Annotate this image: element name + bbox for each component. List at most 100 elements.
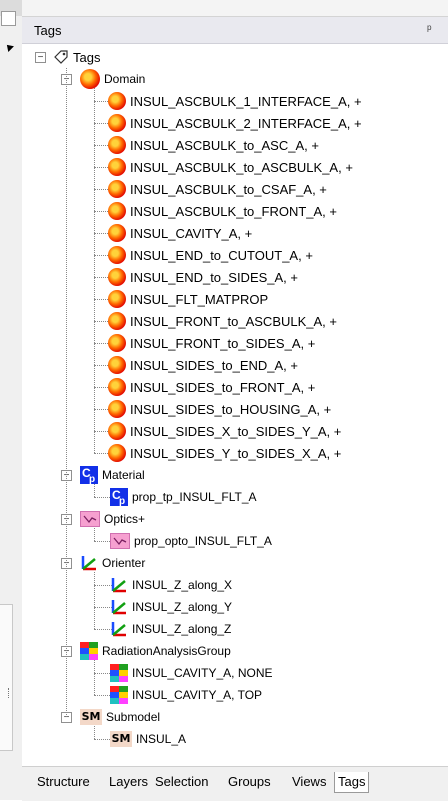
radiation-guide-line <box>94 660 95 695</box>
domain-ball-icon <box>108 268 126 286</box>
pin-icon[interactable]: ᵖ <box>427 22 432 36</box>
tags-panel: Tags ᵖ − Tags − Domain INSUL_ASCBULK_1_INTER… <box>22 0 448 801</box>
radiation-group-icon <box>110 664 128 682</box>
domain-item[interactable]: INSUL_FRONT_to_SIDES_A, + <box>108 332 315 354</box>
submodel-item-label: INSUL_A <box>136 732 187 746</box>
tab-tags[interactable]: Tags <box>334 772 370 793</box>
tab-structure[interactable]: Structure <box>34 772 93 792</box>
domain-item-label: INSUL_FRONT_to_ASCBULK_A, + <box>130 313 337 329</box>
group-submodel[interactable]: SM Submodel <box>80 706 160 728</box>
tree-root-tags[interactable]: Tags <box>53 46 100 68</box>
domain-item[interactable]: INSUL_ASCBULK_to_FRONT_A, + <box>108 200 337 222</box>
tab-selection[interactable]: Selection <box>152 772 211 792</box>
cursor-arrow-icon <box>4 42 14 52</box>
left-dock-strip <box>0 0 23 800</box>
root-guide-line <box>66 68 67 717</box>
orienter-item[interactable]: INSUL_Z_along_Y <box>110 596 232 618</box>
group-domain[interactable]: Domain <box>80 68 145 90</box>
tab-groups[interactable]: Groups <box>225 772 274 792</box>
domain-item-label: INSUL_SIDES_Y_to_SIDES_X_A, + <box>130 445 342 461</box>
tab-layers[interactable]: Layers <box>106 772 151 792</box>
tab-views[interactable]: Views <box>289 772 329 792</box>
domain-item[interactable]: INSUL_CAVITY_A, + <box>108 222 252 244</box>
tree-root-expander[interactable]: − <box>35 52 46 63</box>
domain-item[interactable]: INSUL_ASCBULK_1_INTERFACE_A, + <box>108 90 362 112</box>
submodel-item[interactable]: SM INSUL_A <box>110 728 186 750</box>
optics-item[interactable]: prop_opto_INSUL_FLT_A <box>110 530 272 552</box>
domain-item-label: INSUL_ASCBULK_to_FRONT_A, + <box>130 203 337 219</box>
domain-ball-icon <box>108 378 126 396</box>
domain-ball-icon <box>108 290 126 308</box>
domain-item[interactable]: INSUL_SIDES_X_to_SIDES_Y_A, + <box>108 420 341 442</box>
orienter-axes-icon <box>110 598 128 616</box>
orienter-axes-icon <box>80 554 98 572</box>
dock-checkbox-icon[interactable] <box>1 11 16 26</box>
material-item[interactable]: Cp prop_tp_INSUL_FLT_A <box>110 486 257 508</box>
radiation-item[interactable]: INSUL_CAVITY_A, TOP <box>110 684 262 706</box>
domain-item[interactable]: INSUL_FRONT_to_ASCBULK_A, + <box>108 310 337 332</box>
panel-top-edge <box>22 0 448 17</box>
domain-guide-line <box>94 88 95 453</box>
radiation-group-icon <box>80 642 98 660</box>
domain-ball-icon <box>108 202 126 220</box>
domain-item[interactable]: INSUL_SIDES_Y_to_SIDES_X_A, + <box>108 442 341 464</box>
domain-item[interactable]: INSUL_ASCBULK_to_ASCBULK_A, + <box>108 156 353 178</box>
domain-item-label: INSUL_FRONT_to_SIDES_A, + <box>130 335 316 351</box>
group-orienter[interactable]: Orienter <box>80 552 145 574</box>
orienter-item[interactable]: INSUL_Z_along_Z <box>110 618 231 640</box>
domain-item-label: INSUL_ASCBULK_to_ASCBULK_A, + <box>130 159 353 175</box>
optics-item-label: prop_opto_INSUL_FLT_A <box>134 534 272 548</box>
tree-root-tags-label: Tags <box>73 49 101 65</box>
radiation-item-label: INSUL_CAVITY_A, NONE <box>132 666 273 680</box>
domain-item-label: INSUL_ASCBULK_to_ASC_A, + <box>130 137 319 153</box>
domain-ball-icon <box>108 312 126 330</box>
domain-item[interactable]: INSUL_ASCBULK_to_ASC_A, + <box>108 134 319 156</box>
orienter-item-label: INSUL_Z_along_Y <box>132 600 233 614</box>
submodel-sm-icon: SM <box>110 731 132 747</box>
domain-item[interactable]: INSUL_END_to_CUTOUT_A, + <box>108 244 313 266</box>
domain-item[interactable]: INSUL_ASCBULK_2_INTERFACE_A, + <box>108 112 362 134</box>
domain-ball-icon <box>108 422 126 440</box>
group-radiation-label: RadiationAnalysisGroup <box>102 644 231 658</box>
domain-item-label: INSUL_SIDES_to_END_A, + <box>130 357 298 373</box>
bottom-tab-strip: Structure Layers Selection Groups Views Tags <box>22 766 448 801</box>
orienter-guide-line <box>94 572 95 629</box>
group-material[interactable]: Cp Material <box>80 464 145 486</box>
domain-item[interactable]: INSUL_END_to_SIDES_A, + <box>108 266 298 288</box>
orienter-item-label: INSUL_Z_along_Z <box>132 622 232 636</box>
tags-tree: − Tags − Domain INSUL_ASCBULK_1_INTERFACE_A,… <box>22 44 448 747</box>
orienter-item[interactable]: INSUL_Z_along_X <box>110 574 232 596</box>
domain-item-label: INSUL_FLT_MATPROP <box>130 291 269 307</box>
left-lower-pane <box>0 604 13 751</box>
panel-title: Tags <box>34 23 62 38</box>
optics-icon <box>80 511 100 527</box>
material-guide-line <box>94 484 95 497</box>
domain-item[interactable]: INSUL_SIDES_to_HOUSING_A, + <box>108 398 331 420</box>
domain-ball-icon <box>108 400 126 418</box>
orienter-axes-icon <box>110 576 128 594</box>
domain-item[interactable]: INSUL_FLT_MATPROP <box>108 288 268 310</box>
orienter-item-label: INSUL_Z_along_X <box>132 578 233 592</box>
material-item-label: prop_tp_INSUL_FLT_A <box>132 490 257 504</box>
domain-item[interactable]: INSUL_SIDES_to_FRONT_A, + <box>108 376 315 398</box>
group-material-label: Material <box>102 468 145 482</box>
group-orienter-label: Orienter <box>102 556 146 570</box>
radiation-item-label: INSUL_CAVITY_A, TOP <box>132 688 263 702</box>
domain-item-label: INSUL_CAVITY_A, + <box>130 225 253 241</box>
domain-ball-icon <box>108 136 126 154</box>
domain-item-label: INSUL_ASCBULK_to_CSAF_A, + <box>130 181 327 197</box>
submodel-sm-icon: SM <box>80 709 102 725</box>
panel-titlebar: Tags ᵖ <box>22 17 448 44</box>
optics-guide-line <box>94 528 95 541</box>
domain-ball-icon <box>108 114 126 132</box>
domain-item[interactable]: INSUL_SIDES_to_END_A, + <box>108 354 298 376</box>
group-optics[interactable]: Optics+ <box>80 508 145 530</box>
domain-item-label: INSUL_SIDES_to_FRONT_A, + <box>130 379 316 395</box>
group-radiation[interactable]: RadiationAnalysisGroup <box>80 640 231 662</box>
radiation-item[interactable]: INSUL_CAVITY_A, NONE <box>110 662 272 684</box>
domain-item[interactable]: INSUL_ASCBULK_to_CSAF_A, + <box>108 178 327 200</box>
domain-item-label: INSUL_END_to_CUTOUT_A, + <box>130 247 313 263</box>
orienter-axes-icon <box>110 620 128 638</box>
splitter-grip-icon[interactable] <box>8 688 11 698</box>
domain-item-label: INSUL_END_to_SIDES_A, + <box>130 269 298 285</box>
